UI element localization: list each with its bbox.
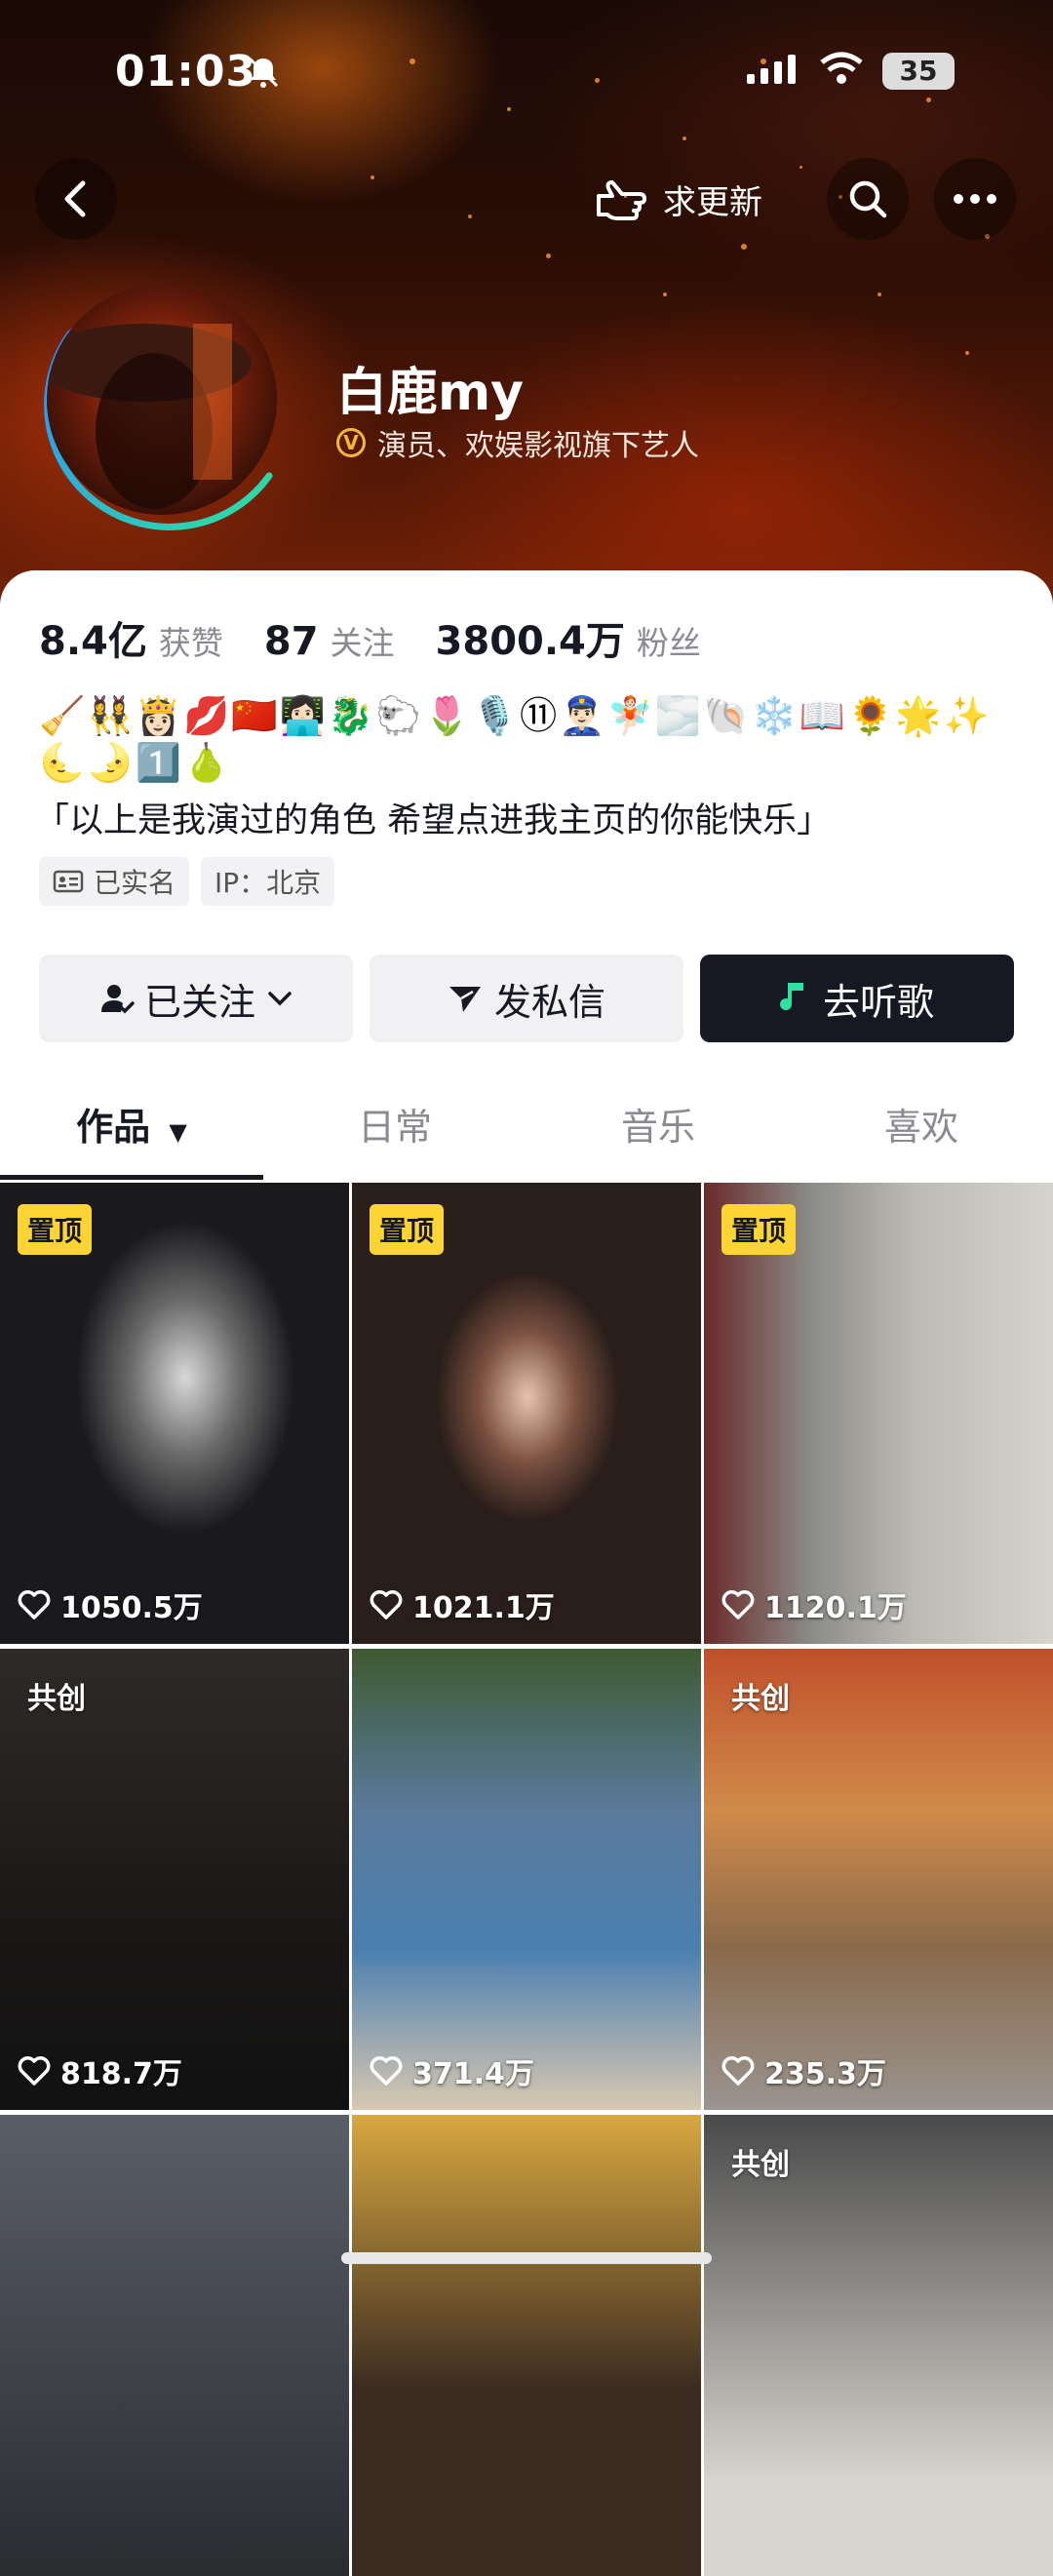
video-likes: 371.4万 [370, 2049, 534, 2092]
followers-count[interactable]: 3800.4万 [436, 609, 625, 666]
heart-icon [722, 2056, 755, 2086]
tab-works[interactable]: 作品 ▼ [0, 1097, 263, 1151]
bio-text: 「以上是我演过的角色 希望点进我主页的你能快乐」 [35, 801, 832, 840]
request-update-button[interactable]: 求更新 [593, 160, 762, 238]
heart-icon [370, 1590, 403, 1620]
more-button[interactable] [934, 158, 1016, 240]
video-likes: 235.3万 [722, 2049, 886, 2092]
paper-plane-icon [448, 987, 481, 1012]
real-name-label: 已实名 [94, 867, 176, 899]
wifi-icon [820, 52, 863, 84]
video-likes: 1050.5万 [18, 1583, 203, 1626]
co-create-badge: 共创 [731, 2148, 790, 2182]
id-card-icon [53, 870, 84, 893]
profile-stats: 8.4亿 获赞 87 关注 3800.4万 粉丝 [39, 609, 742, 666]
avatar-image [47, 324, 252, 509]
tab-works-label: 作品 [76, 1106, 151, 1149]
pinned-badge: 置顶 [370, 1204, 445, 1255]
listen-music-button[interactable]: 去听歌 [700, 955, 1014, 1042]
status-time: 01:03 [115, 47, 257, 97]
listen-music-label: 去听歌 [822, 980, 934, 1024]
following-count[interactable]: 87 [264, 619, 319, 664]
video-thumbnail[interactable]: 置顶 1050.5万 [0, 1183, 349, 1644]
video-thumbnail[interactable]: 共创 [704, 2115, 1053, 2576]
co-create-badge: 共创 [27, 1682, 86, 1716]
heart-icon [18, 1590, 51, 1620]
bio-emoji-line-1: 🧹👯‍♀️👸🏻💋🇨🇳👩🏻‍💻🐉🐑🌷🎙️⑪👮🏻‍♂️🧚🏻🌫️🐚❄️📖🌻🌟✨ [39, 694, 992, 737]
following-label[interactable]: 关注 [331, 617, 395, 664]
video-thumbnail[interactable]: 共创 818.7万 [0, 1649, 349, 2110]
search-icon [849, 180, 887, 218]
verified-icon: V [336, 428, 366, 457]
back-arrow-icon [64, 180, 86, 217]
tab-music[interactable]: 音乐 [526, 1097, 790, 1151]
video-thumbnail[interactable]: 置顶 1120.1万 [704, 1183, 1053, 1644]
signal-icon [747, 55, 796, 84]
send-message-label: 发私信 [493, 980, 605, 1024]
more-dots-icon [954, 194, 996, 204]
pinned-badge: 置顶 [722, 1204, 797, 1255]
followers-label[interactable]: 粉丝 [637, 617, 701, 664]
video-thumbnail[interactable]: 371.4万 [352, 1649, 701, 2110]
video-thumbnail[interactable]: 置顶 1021.1万 [352, 1183, 701, 1644]
send-message-button[interactable]: 发私信 [370, 955, 683, 1042]
battery-indicator: 35 [882, 53, 955, 90]
user-check-icon [100, 985, 135, 1014]
music-note-icon [779, 983, 803, 1011]
video-likes-count: 818.7万 [60, 2057, 182, 2091]
heart-icon [18, 2056, 51, 2086]
pointing-hand-icon [597, 180, 646, 220]
caret-down-icon[interactable]: ▼ [169, 1118, 186, 1146]
video-likes-count: 1021.1万 [412, 1591, 555, 1625]
video-likes-count: 1050.5万 [60, 1591, 203, 1625]
pinned-badge: 置顶 [18, 1204, 93, 1255]
video-thumbnail[interactable] [352, 2115, 701, 2576]
real-name-tag: 已实名 [39, 857, 190, 906]
bio-emoji-line-2: 🌜🌛1️⃣🍐 [39, 741, 232, 784]
video-thumbnail[interactable]: 共创 235.3万 [704, 1649, 1053, 2110]
video-likes: 1021.1万 [370, 1583, 555, 1626]
following-button-label: 已关注 [143, 980, 255, 1024]
back-button[interactable] [35, 158, 117, 240]
video-likes: 818.7万 [18, 2049, 182, 2092]
avatar[interactable] [47, 285, 277, 515]
ip-location-label: IP：北京 [214, 867, 322, 899]
likes-label: 获赞 [158, 624, 223, 662]
likes-count: 8.4亿 [39, 619, 147, 664]
ip-location-tag: IP：北京 [201, 857, 335, 906]
tab-likes[interactable]: 喜欢 [790, 1097, 1053, 1151]
chevron-down-icon [268, 992, 292, 1006]
heart-icon [370, 2056, 403, 2086]
video-likes-count: 371.4万 [412, 2057, 534, 2091]
active-tab-indicator [0, 1175, 263, 1180]
verification-info: V 演员、欢娱影视旗下艺人 [336, 421, 699, 464]
profile-name: 白鹿my [336, 364, 525, 422]
co-create-badge: 共创 [731, 1682, 790, 1716]
profile-tabs: 作品 ▼ 日常 音乐 喜欢 [0, 1097, 1053, 1171]
heart-icon [722, 1590, 755, 1620]
video-likes-count: 235.3万 [764, 2057, 886, 2091]
status-bar: 01:03 35 [0, 39, 1053, 107]
tab-daily[interactable]: 日常 [263, 1097, 526, 1151]
mute-bell-icon [248, 57, 279, 88]
search-button[interactable] [827, 158, 909, 240]
video-thumbnail[interactable] [0, 2115, 349, 2576]
video-likes-count: 1120.1万 [764, 1591, 907, 1625]
video-likes: 1120.1万 [722, 1583, 907, 1626]
following-button[interactable]: 已关注 [39, 955, 353, 1042]
request-update-label: 求更新 [663, 182, 762, 222]
home-indicator[interactable] [341, 2252, 712, 2264]
verification-text: 演员、欢娱影视旗下艺人 [377, 429, 699, 463]
